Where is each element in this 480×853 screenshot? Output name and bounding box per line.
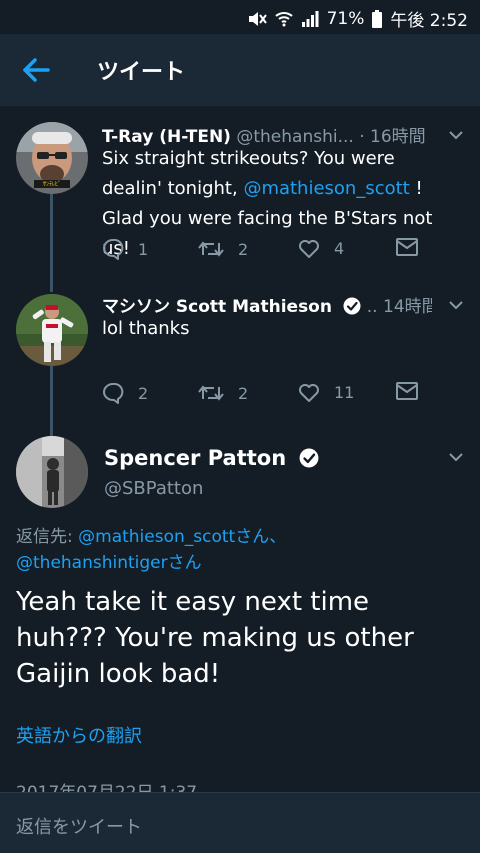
envelope-icon [396, 238, 418, 256]
heart-icon [299, 384, 319, 402]
avatar[interactable] [16, 294, 88, 366]
user-handle[interactable]: @SBPatton [104, 478, 203, 499]
display-name[interactable]: Spencer Patton [104, 446, 319, 470]
battery-level: 71% [326, 8, 365, 29]
reply-icon [103, 382, 124, 404]
back-arrow-icon [23, 58, 50, 82]
retweet-count: 2 [238, 239, 249, 259]
app-bar: ツイート [0, 34, 480, 106]
status-bar: 71% 午後 2:52 [0, 0, 480, 34]
avatar[interactable]: ｻﾝﾃﾚﾋﾞ [16, 122, 88, 194]
tweet-text: Yeah take it easy next time huh??? You'r… [16, 587, 414, 689]
envelope-icon [396, 382, 418, 400]
wifi-icon [274, 10, 293, 28]
mute-icon [247, 10, 267, 28]
reply-to-user[interactable]: @thehanshintigerさん [16, 553, 202, 573]
reply-to-user[interactable]: @mathieson_scottさん、 [78, 527, 286, 547]
retweet-icon [198, 241, 224, 257]
clock: 午後 2:52 [390, 11, 468, 31]
message-button[interactable] [396, 238, 418, 256]
reply-to-line: 返信先: @mathieson_scottさん、 @thehanshintige… [16, 524, 286, 576]
reply-button[interactable]: 1 [102, 238, 148, 260]
mention-link[interactable]: @mathieson_scott [243, 178, 409, 199]
chevron-down-icon[interactable] [448, 452, 464, 462]
tweet-actions: 2 2 11 [102, 382, 422, 408]
status-icons: 71% 午後 2:52 [247, 6, 468, 31]
reply-button[interactable]: 2 [102, 382, 148, 404]
reply-count: 2 [138, 383, 149, 403]
thread-line [50, 194, 53, 292]
retweet-count: 2 [238, 383, 249, 403]
reply-input[interactable]: 返信をツイート [16, 813, 142, 839]
battery-icon [372, 9, 383, 28]
like-count: 11 [334, 382, 355, 402]
chevron-down-icon[interactable] [448, 300, 464, 310]
reply-bar: 返信をツイート [0, 792, 480, 853]
like-button[interactable]: 11 [298, 382, 354, 402]
reply-count: 1 [138, 239, 149, 259]
page-title: ツイート [97, 60, 186, 85]
signal-icon [301, 10, 319, 28]
reply-to-label: 返信先: [16, 527, 73, 547]
display-name-text: Spencer Patton [104, 446, 287, 470]
thread-line [50, 366, 53, 436]
retweet-button[interactable]: 2 [198, 238, 248, 260]
like-button[interactable]: 4 [298, 238, 344, 258]
translate-link[interactable]: 英語からの翻訳 [16, 722, 142, 748]
reply-icon [103, 238, 124, 260]
back-button[interactable] [20, 54, 54, 86]
retweet-button[interactable]: 2 [198, 382, 248, 404]
tweet-actions: 1 2 4 [102, 238, 422, 264]
heart-icon [299, 240, 319, 258]
svg-text:ｻﾝﾃﾚﾋﾞ: ｻﾝﾃﾚﾋﾞ [43, 181, 61, 188]
message-button[interactable] [396, 382, 418, 400]
tweet-text: lol thanks [102, 318, 190, 339]
verified-badge-icon [343, 297, 361, 315]
tweet-date: 2017年07月22日 1:37 [16, 778, 197, 792]
like-count: 4 [334, 238, 345, 258]
chevron-down-icon[interactable] [448, 130, 464, 140]
retweet-icon [198, 385, 224, 401]
verified-badge-icon [300, 448, 319, 468]
avatar[interactable] [16, 436, 88, 508]
